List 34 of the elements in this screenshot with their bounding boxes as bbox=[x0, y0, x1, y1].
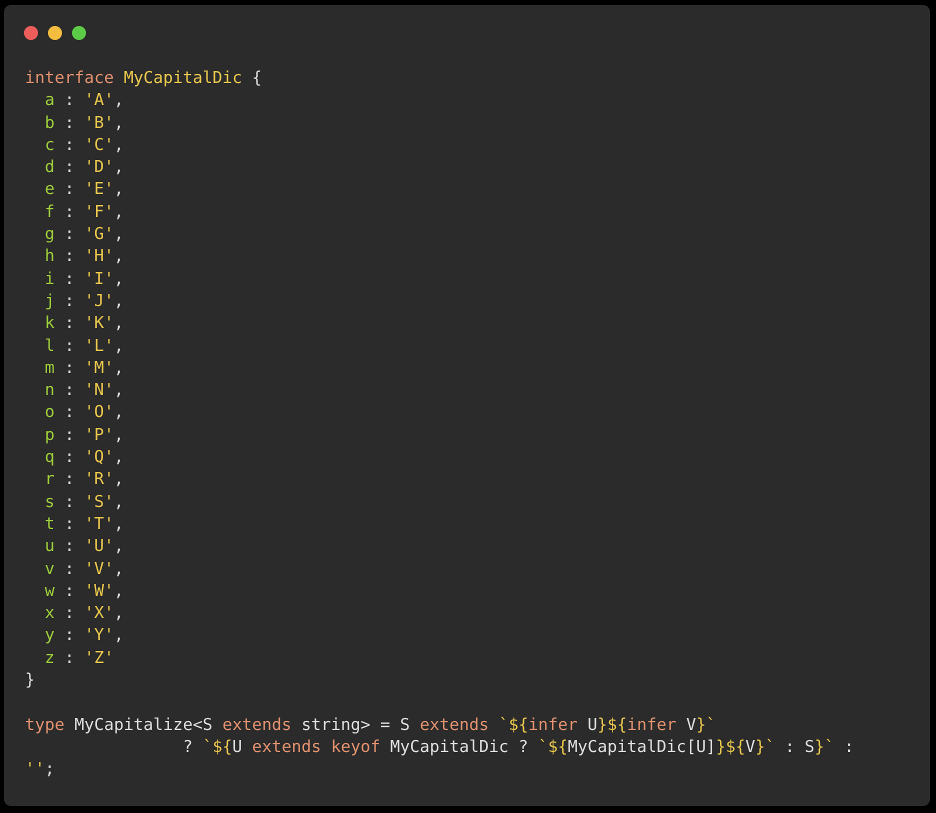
code-line: c : 'C', bbox=[44, 134, 124, 154]
code-line: ? `${U extends keyof MyCapitalDic ? `${MyCapitalDic[U]}${V}` : S}` : bbox=[182, 736, 854, 756]
code-line: } bbox=[25, 670, 35, 690]
code-line: w : 'W', bbox=[44, 580, 124, 600]
code-line: q : 'Q', bbox=[44, 447, 124, 466]
code-line: b : 'B', bbox=[44, 112, 124, 132]
code-line: l : 'L', bbox=[44, 336, 124, 355]
code-line: interface MyCapitalDic { bbox=[25, 68, 262, 87]
code-line: h : 'H', bbox=[44, 246, 124, 266]
minimize-button[interactable] bbox=[48, 26, 62, 40]
code-line: r : 'R', bbox=[44, 469, 124, 488]
code-line: m : 'M', bbox=[44, 358, 124, 377]
code-line: t : 'T', bbox=[44, 514, 124, 533]
code-line: o : 'O', bbox=[44, 402, 124, 422]
code-line: x : 'X', bbox=[44, 603, 124, 622]
code-line: a : 'A', bbox=[44, 90, 124, 110]
code-line: p : 'P', bbox=[44, 424, 124, 444]
code-line: d : 'D', bbox=[44, 157, 124, 176]
code-line: n : 'N', bbox=[44, 380, 124, 400]
code-line: k : 'K', bbox=[44, 313, 124, 332]
code-line: j : 'J', bbox=[44, 290, 124, 310]
code-line: f : 'F', bbox=[44, 202, 124, 221]
code-line: z : 'Z' bbox=[44, 648, 114, 667]
code-line: s : 'S', bbox=[44, 492, 124, 511]
code-line: e : 'E', bbox=[44, 179, 124, 198]
code-line: u : 'U', bbox=[44, 536, 124, 556]
code-line: v : 'V', bbox=[44, 558, 124, 578]
close-button[interactable] bbox=[24, 26, 38, 40]
code-line: i : 'I', bbox=[44, 268, 124, 288]
code-line: ''; bbox=[25, 759, 55, 778]
code-line: y : 'Y', bbox=[44, 625, 124, 644]
zoom-button[interactable] bbox=[72, 26, 86, 40]
code-line: type MyCapitalize<S extends string> = S extends `${infer U}${infer V}` bbox=[25, 714, 716, 734]
code-line: g : 'G', bbox=[44, 224, 124, 244]
